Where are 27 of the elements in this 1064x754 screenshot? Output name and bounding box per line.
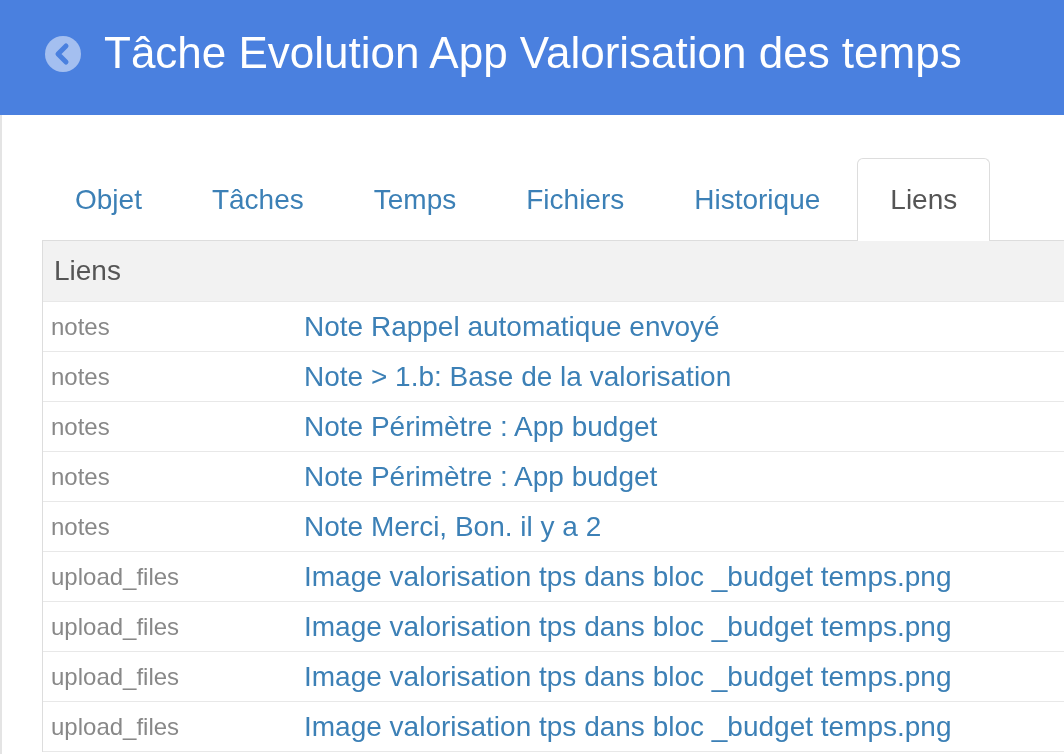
page-title: Tâche Evolution App Valorisation des temps (104, 29, 962, 78)
link[interactable]: Note Périmètre : App budget (304, 410, 658, 443)
table-cell-text: upload_files (50, 562, 180, 591)
link[interactable]: Image valorisation tps dans bloc _budget temps.png (304, 660, 952, 693)
link[interactable]: Note > 1.b: Base de la valorisation (304, 360, 732, 393)
back-icon[interactable] (45, 35, 81, 72)
tab[interactable]: Objet (42, 158, 175, 241)
tab[interactable]: Liens (857, 158, 991, 241)
table-cell-text: notes (50, 462, 110, 491)
link[interactable]: Image valorisation tps dans bloc _budget temps.png (304, 610, 952, 643)
link[interactable]: Note Merci, Bon. il y a 2 (304, 510, 602, 543)
tab[interactable]: Historique (661, 158, 854, 241)
table-cell-text: notes (50, 312, 110, 341)
link[interactable]: Note Rappel automatique envoyé (304, 310, 720, 343)
table-cell-text: notes (50, 512, 110, 541)
link[interactable]: Image valorisation tps dans bloc _budget temps.png (304, 710, 952, 743)
panel-heading: Liens (54, 255, 121, 287)
link[interactable]: Note Périmètre : App budget (304, 460, 658, 493)
table-cell-text: upload_files (50, 662, 180, 691)
tab[interactable]: Fichiers (493, 158, 658, 241)
tab[interactable]: Temps (340, 158, 490, 241)
tab[interactable]: Tâches (178, 158, 337, 241)
table-cell-text: upload_files (50, 712, 180, 741)
table-cell-text: notes (50, 362, 110, 391)
link[interactable]: Image valorisation tps dans bloc _budget temps.png (304, 560, 952, 593)
table-cell-text: upload_files (50, 612, 180, 641)
table-cell-text: notes (50, 412, 110, 441)
